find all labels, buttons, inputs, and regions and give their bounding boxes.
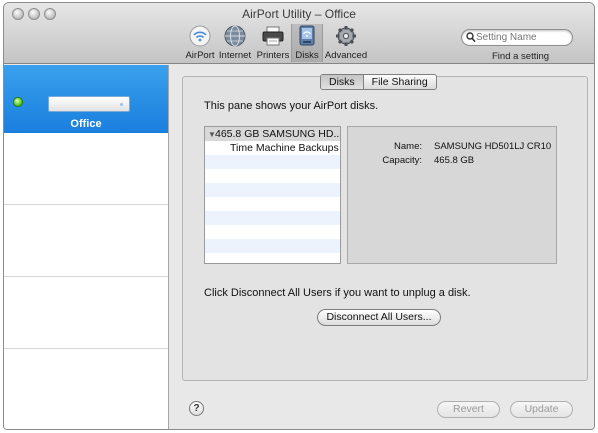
sidebar-empty-row [4, 133, 168, 205]
empty-list-row [205, 225, 340, 239]
base-station-device-icon [48, 96, 130, 112]
sidebar-empty-row [4, 277, 168, 349]
search-input[interactable] [476, 31, 568, 44]
toolbar-airport[interactable]: AirPort [180, 24, 220, 62]
update-button[interactable]: Update [510, 401, 573, 418]
status-led [13, 97, 23, 107]
disk-info-panel: Name: SAMSUNG HD501LJ CR10 Capacity: 465… [347, 126, 557, 264]
disclosure-triangle-icon[interactable]: ▼ [205, 128, 216, 142]
empty-list-row [205, 197, 340, 211]
help-button[interactable]: ? [189, 401, 204, 416]
airport-wifi-icon [187, 24, 213, 48]
name-label: Name: [394, 141, 422, 152]
toolbar-item-label: Printers [256, 50, 290, 61]
setting-search-field[interactable] [461, 29, 573, 46]
base-station-name: Office [70, 118, 102, 130]
toolbar-item-label: Advanced [324, 50, 368, 61]
pane-description: This pane shows your AirPort disks. [204, 100, 379, 112]
main-content: Disks File Sharing This pane shows your … [170, 65, 594, 429]
revert-button[interactable]: Revert [437, 401, 500, 418]
toolbar-item-label: AirPort [185, 50, 215, 61]
empty-list-row [205, 211, 340, 225]
tab-disks[interactable]: Disks [321, 75, 364, 89]
empty-list-row [205, 253, 340, 263]
disconnect-hint: Click Disconnect All Users if you want t… [204, 287, 471, 299]
toolbar-advanced[interactable]: Advanced [324, 24, 368, 62]
toolbar-item-label: Disks [295, 50, 319, 61]
tab-file-sharing[interactable]: File Sharing [364, 75, 436, 89]
window-title: AirPort Utility – Office [242, 7, 356, 21]
toolbar-item-label: Internet [218, 50, 252, 61]
disk-row[interactable]: ▼465.8 GB SAMSUNG HD... [205, 127, 340, 141]
capacity-value: 465.8 GB [434, 155, 475, 166]
toolbar-internet[interactable]: Internet [215, 24, 255, 62]
base-station-item-office[interactable]: Office [4, 65, 168, 133]
base-station-sidebar: Office [4, 65, 169, 429]
pane-tabs: Disks File Sharing [320, 74, 437, 90]
toolbar-printers[interactable]: Printers [253, 24, 293, 62]
search-icon [466, 32, 476, 46]
empty-list-row [205, 183, 340, 197]
disk-icon [294, 24, 320, 48]
partition-name: Time Machine Backups [230, 142, 339, 154]
name-value: SAMSUNG HD501LJ CR10 [434, 141, 552, 152]
disconnect-all-users-button[interactable]: Disconnect All Users... [317, 309, 441, 326]
airport-utility-window: AirPort Utility – Office AirPort Interne… [3, 2, 595, 430]
partition-row[interactable]: Time Machine Backups [205, 141, 340, 155]
sidebar-empty-row [4, 205, 168, 277]
globe-icon [222, 24, 248, 48]
gear-icon [333, 24, 359, 48]
toolbar-disks[interactable]: Disks [291, 24, 323, 62]
printer-icon [260, 24, 286, 48]
empty-list-row [205, 155, 340, 169]
sidebar-empty-row [4, 349, 168, 421]
empty-list-row [205, 169, 340, 183]
disk-name: 465.8 GB SAMSUNG HD... [215, 128, 341, 140]
search-caption: Find a setting [492, 51, 550, 62]
disk-list[interactable]: ▼465.8 GB SAMSUNG HD... Time Machine Bac… [204, 126, 341, 264]
toolbar: AirPort Utility – Office AirPort Interne… [4, 3, 594, 64]
empty-list-row [205, 239, 340, 253]
capacity-label: Capacity: [382, 155, 422, 166]
